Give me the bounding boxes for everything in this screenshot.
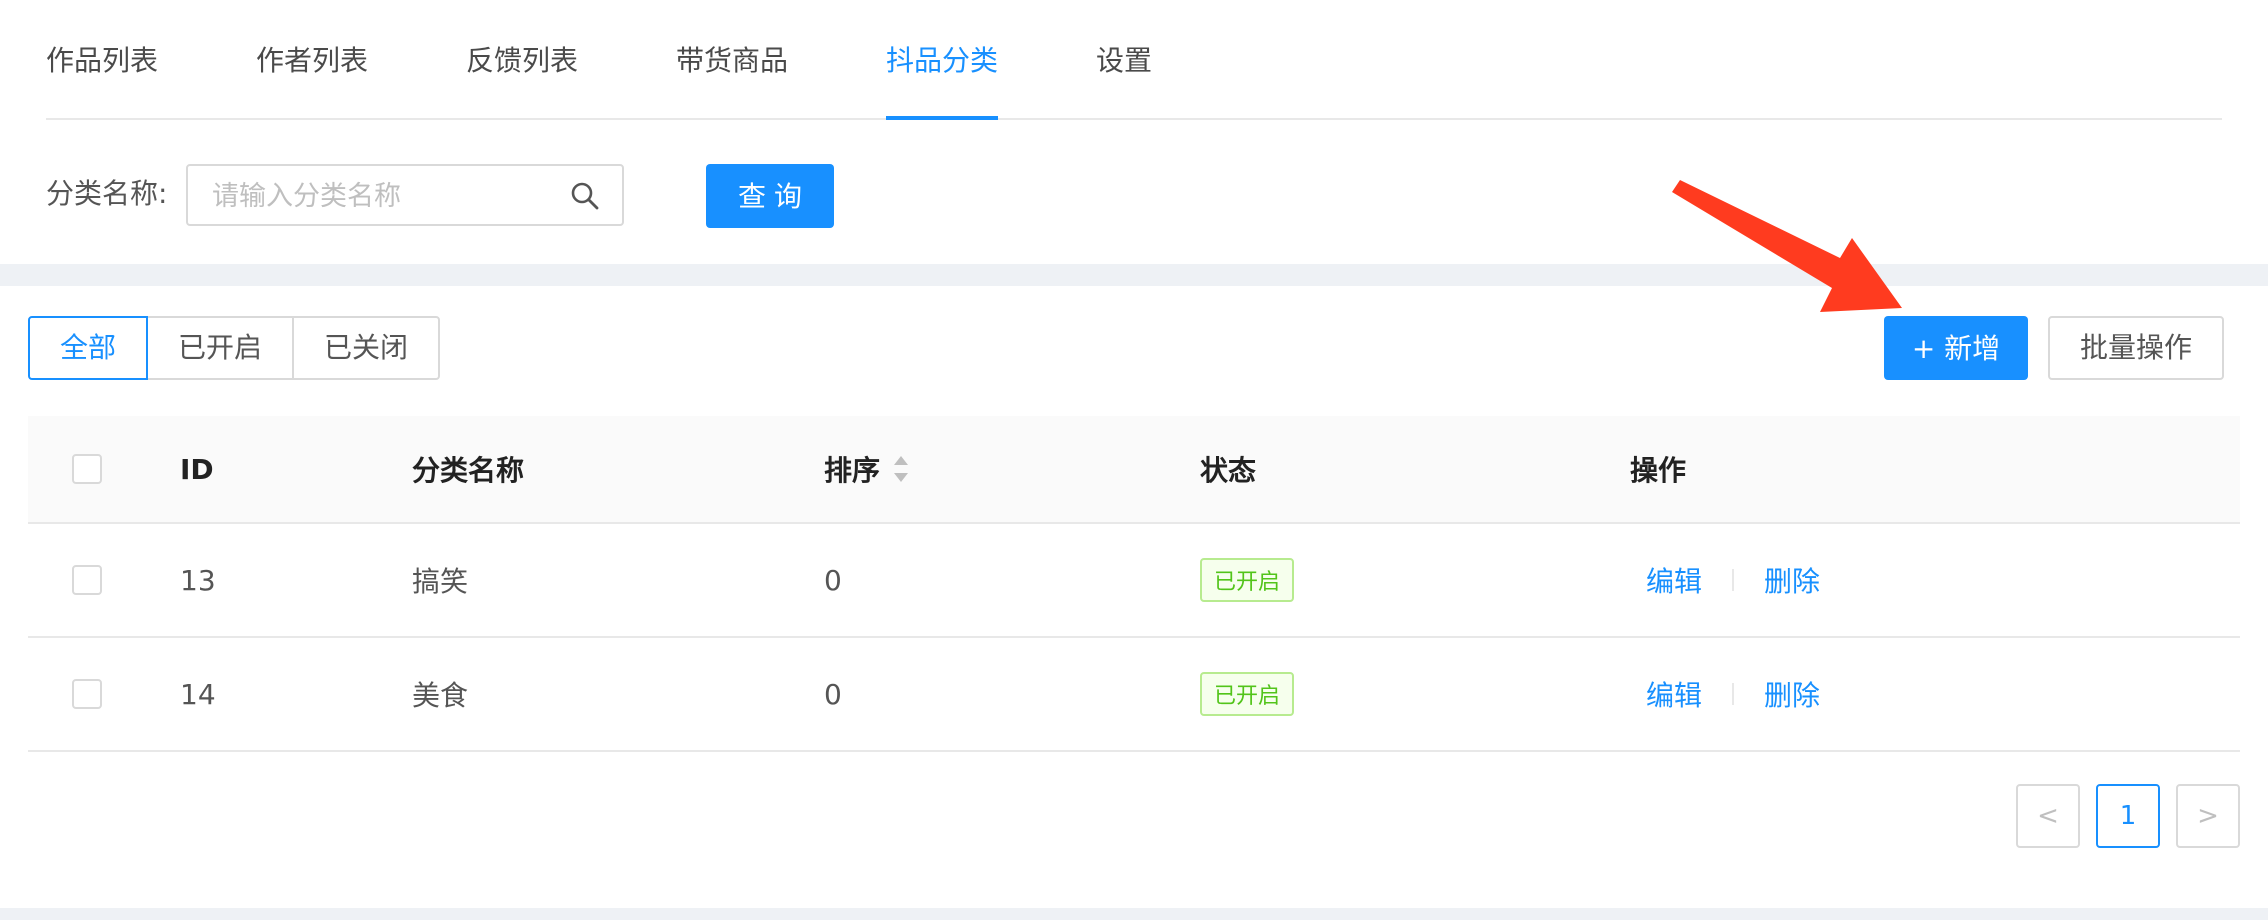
batch-operation-button[interactable]: 批量操作 [2048, 316, 2224, 380]
tab-feedback[interactable]: 反馈列表 [466, 0, 578, 118]
edit-link[interactable]: 编辑 [1646, 674, 1702, 714]
row-actions: 编辑 删除 [1646, 638, 1820, 750]
status-filter-group: 全部 已开启 已关闭 [28, 316, 441, 380]
table-row: 14 美食 0 已开启 编辑 删除 [28, 638, 2240, 752]
table-row: 13 搞笑 0 已开启 编辑 删除 [28, 524, 2240, 638]
status-badge: 已开启 [1200, 672, 1295, 716]
row-id: 14 [180, 677, 216, 711]
tab-authors[interactable]: 作者列表 [256, 0, 368, 118]
filter-all[interactable]: 全部 [28, 316, 149, 380]
header-sort: 排序 [824, 454, 881, 487]
search-label: 分类名称: [46, 177, 168, 210]
row-checkbox-cell [72, 638, 102, 750]
edit-link[interactable]: 编辑 [1646, 560, 1702, 600]
category-table: ID 分类名称 排序 状态 操作 13 搞笑 0 已开启 编辑 删除 14 美食… [28, 416, 2240, 752]
tab-categories[interactable]: 抖品分类 [886, 0, 999, 120]
next-page-button[interactable]: > [2176, 784, 2240, 848]
row-checkbox[interactable] [72, 679, 102, 709]
tab-settings[interactable]: 设置 [1096, 0, 1152, 118]
action-divider [1732, 569, 1735, 591]
header-actions: 操作 [1630, 454, 1687, 487]
delete-link[interactable]: 删除 [1764, 560, 1820, 600]
status-badge: 已开启 [1200, 558, 1295, 602]
page-1-button[interactable]: 1 [2096, 784, 2160, 848]
header-id: ID [180, 452, 214, 486]
row-actions: 编辑 删除 [1646, 524, 1820, 636]
action-divider [1732, 683, 1735, 705]
query-button[interactable]: 查询 [706, 164, 834, 228]
row-id: 13 [180, 563, 216, 597]
header-sort-cell[interactable]: 排序 [824, 416, 909, 522]
select-all-checkbox[interactable] [72, 454, 102, 484]
filter-disabled[interactable]: 已关闭 [292, 316, 441, 380]
table-header: ID 分类名称 排序 状态 操作 [28, 416, 2240, 524]
row-sort: 0 [824, 563, 842, 597]
header-name: 分类名称 [412, 454, 525, 487]
filter-enabled[interactable]: 已开启 [146, 316, 295, 380]
header-status: 状态 [1200, 454, 1257, 487]
search-input[interactable] [210, 166, 554, 226]
row-checkbox-cell [72, 524, 102, 636]
row-name: 搞笑 [412, 565, 469, 598]
tab-products[interactable]: 带货商品 [676, 0, 788, 118]
row-checkbox[interactable] [72, 565, 102, 595]
sort-icon[interactable] [894, 456, 909, 482]
section-divider [0, 264, 2268, 286]
row-name: 美食 [412, 679, 469, 712]
search-field [186, 164, 624, 226]
search-icon[interactable] [570, 181, 600, 211]
row-status-cell: 已开启 [1200, 524, 1295, 636]
bottom-divider [0, 908, 2268, 920]
row-sort: 0 [824, 677, 842, 711]
tab-bar: 作品列表 作者列表 反馈列表 带货商品 抖品分类 设置 [46, 0, 2222, 120]
header-checkbox-cell [72, 416, 102, 522]
delete-link[interactable]: 删除 [1764, 674, 1820, 714]
add-category-button[interactable]: + 新增 [1884, 316, 2028, 380]
annotation-arrow-icon [1672, 180, 1902, 312]
row-status-cell: 已开启 [1200, 638, 1295, 750]
prev-page-button[interactable]: < [2016, 784, 2080, 848]
tab-works[interactable]: 作品列表 [46, 0, 158, 118]
